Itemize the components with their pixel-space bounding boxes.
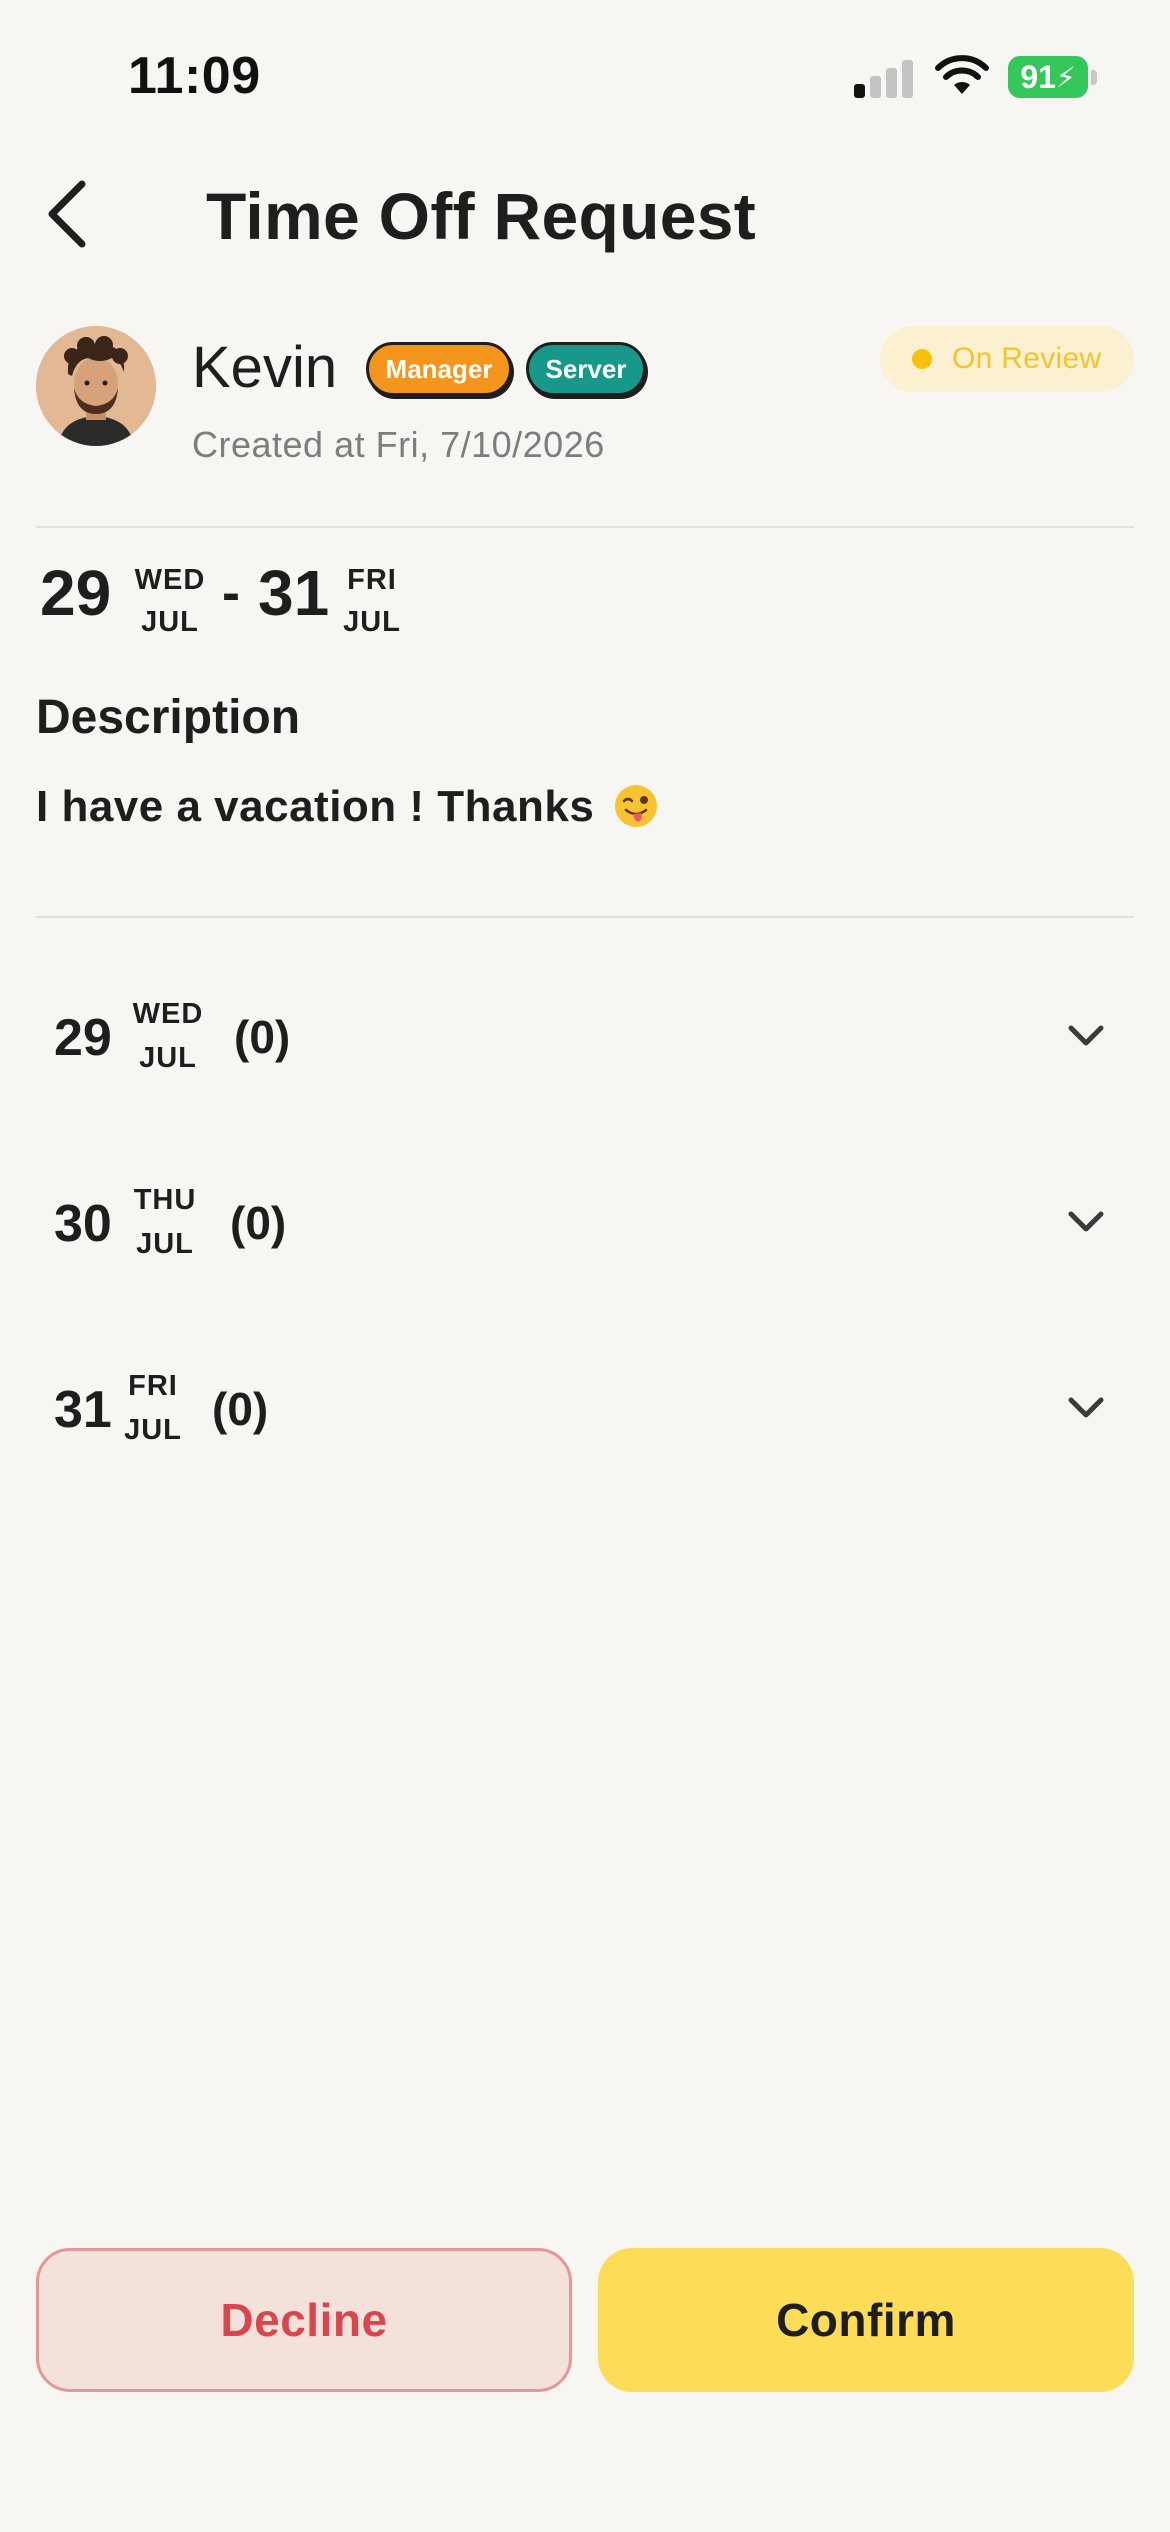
day-request-count: (0) xyxy=(234,1011,291,1063)
day-number: 29 xyxy=(54,1009,112,1067)
day-weekday: THU xyxy=(133,1184,197,1216)
day-row-30[interactable]: 30 THU JUL (0) xyxy=(36,1156,1134,1286)
status-time: 11:09 xyxy=(128,47,261,105)
day-month: JUL xyxy=(124,1414,182,1446)
cellular-signal-icon xyxy=(854,58,914,98)
day-row-29[interactable]: 29 WED JUL (0) xyxy=(36,970,1134,1100)
day-weekday: WED xyxy=(132,998,204,1030)
range-start-month: JUL xyxy=(141,606,199,638)
chevron-down-icon[interactable] xyxy=(1066,1394,1106,1422)
status-dot xyxy=(912,349,932,369)
battery-level: 91 xyxy=(1020,58,1056,95)
role-badge-server: Server xyxy=(526,342,646,396)
chevron-down-icon[interactable] xyxy=(1066,1208,1106,1236)
wifi-icon xyxy=(935,55,989,94)
divider xyxy=(36,916,1134,918)
winking-face-with-tongue-emoji xyxy=(615,785,658,827)
status-badge: On Review xyxy=(880,326,1134,392)
day-number: 30 xyxy=(54,1195,112,1253)
range-start-weekday: WED xyxy=(134,564,206,596)
back-button[interactable] xyxy=(34,176,106,252)
chevron-left-icon xyxy=(48,180,86,248)
confirm-button[interactable]: Confirm xyxy=(598,2248,1134,2392)
range-separator: - xyxy=(222,563,240,623)
created-at: Created at Fri, 7/10/2026 xyxy=(192,424,605,465)
battery-charging-icon: 91 ⚡ xyxy=(1008,56,1088,98)
battery-tip xyxy=(1091,70,1097,85)
range-end-day: 31 xyxy=(258,557,330,629)
day-request-count: (0) xyxy=(230,1197,287,1249)
range-end-month: JUL xyxy=(343,606,401,638)
status-bar: 11:09 91 ⚡ xyxy=(0,0,1170,150)
day-request-count: (0) xyxy=(212,1383,269,1435)
day-month: JUL xyxy=(136,1228,194,1260)
user-name: Kevin xyxy=(192,335,338,400)
status-label: On Review xyxy=(952,342,1102,375)
day-number: 31 xyxy=(54,1381,112,1439)
range-start-day: 29 xyxy=(40,557,112,629)
range-end-weekday: FRI xyxy=(347,564,397,596)
day-weekday: FRI xyxy=(128,1370,178,1402)
decline-button[interactable]: Decline xyxy=(36,2248,572,2392)
description-title: Description xyxy=(36,691,301,744)
role-badge-manager: Manager xyxy=(366,342,512,396)
description-text: I have a vacation ! Thanks xyxy=(36,782,658,832)
day-row-31[interactable]: 31 FRI JUL (0) xyxy=(36,1342,1134,1472)
day-month: JUL xyxy=(139,1042,197,1074)
avatar xyxy=(36,326,156,446)
page-title: Time Off Request xyxy=(206,179,757,253)
divider xyxy=(36,526,1134,528)
description-body: I have a vacation ! Thanks xyxy=(36,782,595,831)
chevron-down-icon[interactable] xyxy=(1066,1022,1106,1050)
